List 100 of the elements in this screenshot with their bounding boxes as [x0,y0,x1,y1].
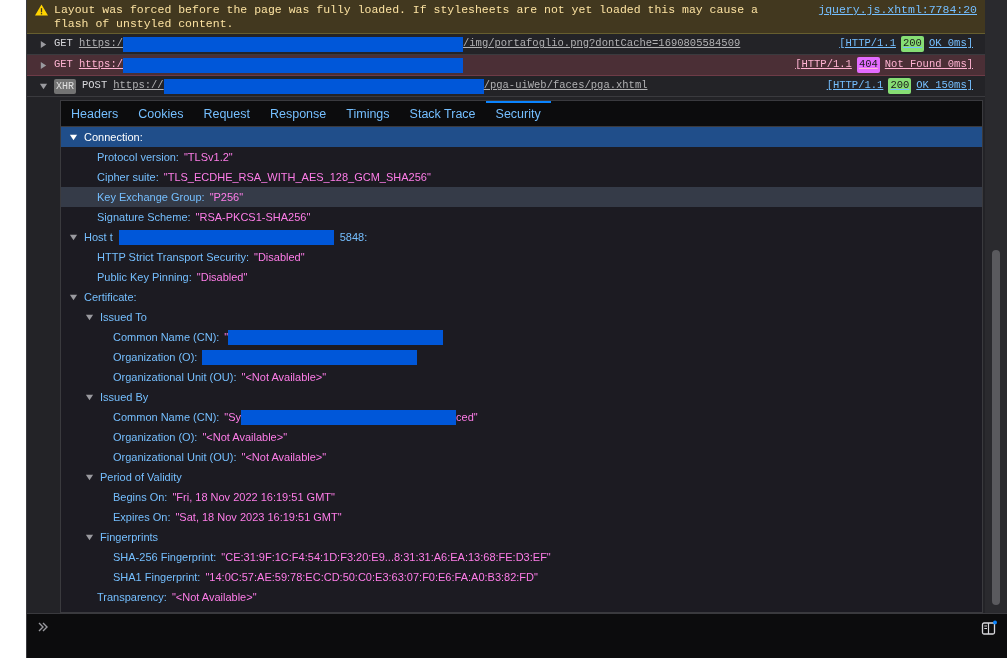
protocol-text: [HTTP/1.1 [795,57,852,73]
tree-row[interactable]: Signature Scheme: "RSA-PKCS1-SHA256" [61,207,982,227]
request-method: GET [54,36,73,52]
tree-row[interactable]: HTTP Strict Transport Security: "Disabled" [61,247,982,267]
request-row[interactable]: GET https:/ [HTTP/1.1 404 Not Found 0ms] [27,55,985,76]
collapsed-arrow-icon[interactable] [39,60,48,70]
tree-row[interactable]: Public Key Pinning: "Disabled" [61,267,982,287]
entry-value: "Disabled" [196,269,248,285]
details-tab[interactable]: Timings [336,101,400,126]
entry-key: Common Name (CN): [113,408,220,426]
source-link[interactable]: jquery.js.xhtml:7784:20 [818,3,977,17]
tree-row[interactable]: Period of Validity [61,467,982,487]
request-url[interactable]: https:/ [78,36,123,52]
entry-value: "TLS_ECDHE_RSA_WITH_AES_128_GCM_SHA256" [163,169,431,185]
collapsed-arrow-icon[interactable] [39,39,48,49]
entry-value: "Sat, 18 Nov 2023 16:19:51 GMT" [175,509,342,525]
request-row[interactable]: GET https:/ /img/portafoglio.png?dontCache=1690805584509 [HTTP/1.1 200 OK 0ms] [27,34,985,55]
request-url-end[interactable]: /pga-uiWeb/faces/pga.xhtml [483,78,648,94]
entry-value-end: ced" [456,409,478,425]
tree-row[interactable]: Issued By [61,387,982,407]
group-label: Issued To [100,309,147,325]
request-url-end[interactable]: /img/portafoglio.png?dontCache=1690805584509 [463,36,741,52]
tree-row[interactable]: Key Exchange Group: "P256" [61,187,982,207]
tree-row[interactable]: Protocol version: "TLSv1.2" [61,147,982,167]
details-tab[interactable]: Stack Trace [399,101,486,126]
group-label: Period of Validity [100,469,182,485]
warning-text: Layout was forced before the page was fully loaded. If stylesheets are not yet loaded this may cause a flash of unstyled content. [54,3,759,31]
entry-value: "P256" [209,189,244,205]
status-code-badge: 404 [856,57,880,73]
group-label: Fingerprints [100,529,159,545]
entry-key: Common Name (CN): [113,328,220,346]
tree-row[interactable]: Organization (O): "<Not Available>" [61,427,982,447]
expanded-arrow-icon[interactable] [85,392,94,402]
group-label: Issued By [100,389,149,405]
entry-value: "Fri, 18 Nov 2022 16:19:51 GMT" [172,489,335,505]
entry-key: Transparency: [97,588,167,606]
entry-value: "<Not Available>" [171,589,257,605]
status-link[interactable]: [HTTP/1.1 200 OK 150ms] [826,78,973,94]
entry-key: Public Key Pinning: [97,268,192,286]
tree-row[interactable]: Expires On: "Sat, 18 Nov 2023 16:19:51 GMT" [61,507,982,527]
status-text: Not Found 0ms] [884,57,973,73]
request-row[interactable]: XHR POST https:// /pga-uiWeb/faces/pga.xhtml [HTTP/1.1 200 OK 150ms] [27,76,985,97]
entry-value: "<Not Available>" [241,369,327,385]
entry-key: SHA-256 Fingerprint: [113,548,217,566]
expanded-arrow-icon[interactable] [69,232,78,242]
expanded-arrow-icon[interactable] [85,532,94,542]
scrollbar-thumb[interactable] [992,250,1000,605]
entry-key: Organizational Unit (OU): [113,448,237,466]
tree-row[interactable]: Fingerprints [61,527,982,547]
tree-row[interactable]: Begins On: "Fri, 18 Nov 2022 16:19:51 GMT" [61,487,982,507]
details-tab[interactable]: Headers [61,101,129,126]
tree-row[interactable]: Common Name (CN): " [61,327,982,347]
tree-row[interactable]: Connection: [61,127,982,147]
tree-row[interactable]: Transparency: "<Not Available>" [61,587,982,607]
tree-row[interactable]: Cipher suite: "TLS_ECDHE_RSA_WITH_AES_128_GCM_SHA256" [61,167,982,187]
request-url[interactable]: https:// [113,78,164,94]
status-text: OK 0ms] [928,36,973,52]
sidebar-toggle-icon[interactable] [981,620,997,636]
expanded-arrow-icon[interactable] [39,81,48,91]
status-code-badge: 200 [901,36,924,52]
warning-icon [35,4,48,16]
entry-key: Organizational Unit (OU): [113,368,237,386]
entry-key: Organization (O): [113,428,198,446]
entry-value: " [224,329,229,345]
tree-row[interactable]: SHA-256 Fingerprint: "CE:31:9F:1C:F4:54:1D:F3:20:E9...8:31:31:A6:EA:13:68:FE:D3:EF" [61,547,982,567]
entry-key: Expires On: [113,508,171,526]
xhr-badge: XHR [54,78,76,94]
entry-key: Cipher suite: [97,168,159,186]
entry-value: "Disabled" [254,249,305,265]
entry-key: Protocol version: [97,148,179,166]
entry-key: Signature Scheme: [97,208,191,226]
details-tab[interactable]: Request [193,101,260,126]
status-code-badge: 200 [888,78,912,94]
expanded-arrow-icon[interactable] [85,472,94,482]
group-label: Certificate: [84,289,137,305]
group-label: Connection: [84,129,143,145]
tree-row[interactable]: SHA1 Fingerprint: "14:0C:57:AE:59:78:EC:CD:50:C0:E3:63:07:F0:E6:FA:A0:B3:82:FD" [61,567,982,587]
tree-row[interactable]: Certificate: [61,287,982,307]
expanded-arrow-icon[interactable] [69,132,78,142]
protocol-text: [HTTP/1.1 [839,36,896,52]
tree-row[interactable]: Issued To [61,307,982,327]
status-link[interactable]: [HTTP/1.1 200 OK 0ms] [839,36,973,52]
tree-row[interactable]: Organization (O): [61,347,982,367]
details-tab[interactable]: Response [260,101,337,126]
details-tab[interactable]: Cookies [128,101,194,126]
entry-key: Organization (O): [113,348,198,366]
scrollbar[interactable] [985,0,1007,613]
status-link[interactable]: [HTTP/1.1 404 Not Found 0ms] [795,57,973,73]
tree-row[interactable]: Organizational Unit (OU): "<Not Available>" [61,367,982,387]
entry-key: HTTP Strict Transport Security: [97,248,249,266]
entry-value: "Sy [224,409,242,425]
request-method: POST [82,78,108,94]
entry-value: "<Not Available>" [202,429,288,445]
tree-row[interactable]: Host t 5848: [61,227,982,247]
tree-row[interactable]: Organizational Unit (OU): "<Not Available>" [61,447,982,467]
protocol-text: [HTTP/1.1 [826,78,884,94]
entry-value: "TLSv1.2" [183,149,233,165]
group-label: Host t [84,229,113,245]
tree-row[interactable]: Common Name (CN): "Sy ced" [61,407,982,427]
request-url[interactable]: https:/ [78,57,123,73]
